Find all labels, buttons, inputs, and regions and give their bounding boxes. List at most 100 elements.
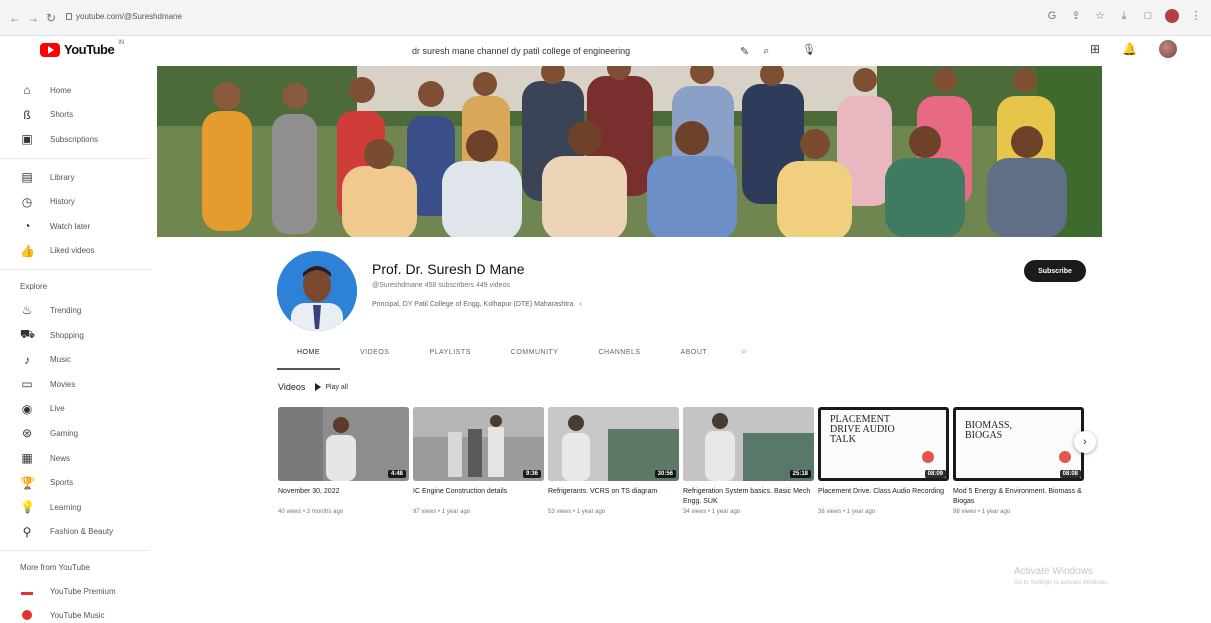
- sidebar-item-shorts[interactable]: ß Shorts: [0, 103, 150, 128]
- video-thumbnail[interactable]: 30:56: [548, 407, 679, 481]
- explore-heading: Explore: [20, 282, 48, 292]
- sidebar-item-youtube-music[interactable]: YouTube Music: [0, 604, 150, 623]
- reload-icon[interactable]: ↻: [44, 11, 58, 25]
- sidebar: ⌂ Home ß Shorts ▣ Subscriptions ▤ Library ◷ H…: [0, 78, 150, 623]
- video-title[interactable]: Refrigerants. VCRS on TS diagram: [548, 487, 679, 507]
- sidebar-item-shopping[interactable]: ⛟ Shopping: [0, 323, 150, 348]
- sidebar-item-gaming[interactable]: ⊛ Gaming: [0, 421, 150, 446]
- history-icon: ◷: [21, 194, 33, 209]
- channel-tabs: HOME VIDEOS PLAYLISTS COMMUNITY CHANNELS…: [277, 344, 817, 370]
- video-card[interactable]: 4:48 November 30, 2022 40 views • 3 mont…: [278, 407, 409, 515]
- chevron-right-icon: ›: [579, 301, 582, 308]
- video-duration: 08:08: [1059, 470, 1081, 478]
- sidebar-item-news[interactable]: ▦ News: [0, 446, 150, 471]
- microphone-icon[interactable]: 🎙: [802, 43, 816, 56]
- channel-avatar[interactable]: [277, 251, 357, 331]
- sports-icon: 🏆: [20, 475, 35, 490]
- tab-playlists[interactable]: PLAYLISTS: [409, 344, 490, 370]
- sidebar-item-movies[interactable]: ▭ Movies: [0, 372, 150, 397]
- shelf-next-arrow-icon[interactable]: ›: [1074, 431, 1096, 453]
- home-icon: ⌂: [23, 83, 31, 98]
- channel-description[interactable]: Principal, DY Patil College of Engg, Kol…: [372, 301, 582, 308]
- news-icon: ▦: [21, 451, 33, 466]
- video-title[interactable]: Refrigeration System basics. Basic Mech …: [683, 487, 814, 507]
- sidebar-item-watch-later[interactable]: ◔ Watch later: [0, 214, 150, 239]
- address-bar[interactable]: youtube.com/@Sureshdmane: [66, 6, 246, 28]
- video-thumbnail[interactable]: 9:36: [413, 407, 544, 481]
- channel-search-icon[interactable]: ⌕: [727, 344, 747, 370]
- subscriptions-icon: ▣: [21, 132, 33, 147]
- browser-toolbar: ← → ↻ youtube.com/@Sureshdmane G ⇪ ☆ ⤓ □…: [0, 0, 1211, 36]
- music-icon: ♪: [24, 352, 30, 367]
- tab-community[interactable]: COMMUNITY: [491, 344, 579, 370]
- tab-channels[interactable]: CHANNELS: [578, 344, 660, 370]
- browser-profile-icon[interactable]: [1165, 9, 1179, 23]
- video-card[interactable]: 9:36 IC Engine Construction details 97 v…: [413, 407, 544, 515]
- youtube-music-icon: [20, 609, 34, 623]
- browser-actions: G ⇪ ☆ ⤓ □ ⋮: [1045, 9, 1203, 23]
- forward-icon[interactable]: →: [26, 11, 40, 25]
- video-title[interactable]: Mod 5 Energy & Environment. Biomass & Bi…: [953, 487, 1084, 507]
- video-card[interactable]: 30:56 Refrigerants. VCRS on TS diagram 5…: [548, 407, 679, 515]
- play-icon: [315, 383, 322, 391]
- thumbnail-caption: PLACEMENT DRIVE AUDIO TALK: [830, 414, 895, 445]
- sidebar-item-library[interactable]: ▤ Library: [0, 165, 150, 190]
- tab-about[interactable]: ABOUT: [661, 344, 728, 370]
- sidebar-item-trending[interactable]: ♨ Trending: [0, 298, 150, 323]
- video-thumbnail[interactable]: 4:48: [278, 407, 409, 481]
- video-thumbnail[interactable]: 25:18: [683, 407, 814, 481]
- download-icon[interactable]: ⤓: [1117, 9, 1131, 23]
- bookmark-star-icon[interactable]: ☆: [1093, 9, 1107, 23]
- user-avatar[interactable]: [1159, 40, 1177, 58]
- sidebar-item-sports[interactable]: 🏆 Sports: [0, 470, 150, 495]
- google-lens-icon[interactable]: G: [1045, 9, 1059, 23]
- share-icon[interactable]: ⇪: [1069, 9, 1083, 23]
- learning-icon: 💡: [20, 500, 35, 515]
- video-card[interactable]: 25:18 Refrigeration System basics. Basic…: [683, 407, 814, 515]
- video-meta: 34 views • 1 year ago: [683, 509, 741, 515]
- sidebar-item-live[interactable]: ◉ Live: [0, 397, 150, 422]
- sidebar-item-history[interactable]: ◷ History: [0, 189, 150, 214]
- sidebar-item-music[interactable]: ♪ Music: [0, 347, 150, 372]
- sidebar-item-learning[interactable]: 💡 Learning: [0, 495, 150, 520]
- region-code: IN: [118, 40, 125, 46]
- video-title[interactable]: Placement Drive. Class Audio Recording: [818, 487, 949, 507]
- notifications-bell-icon[interactable]: 🔔: [1122, 42, 1137, 56]
- video-duration: 25:18: [789, 470, 811, 478]
- shopping-icon: ⛟: [20, 327, 36, 342]
- liked-videos-icon: 👍: [20, 243, 35, 258]
- video-thumbnail[interactable]: BIOMASS, BIOGAS 08:08: [953, 407, 1084, 481]
- video-title[interactable]: IC Engine Construction details: [413, 487, 544, 507]
- channel-name: Prof. Dr. Suresh D Mane: [372, 261, 525, 277]
- video-card[interactable]: BIOMASS, BIOGAS 08:08 Mod 5 Energy & Env…: [953, 407, 1084, 515]
- pencil-icon[interactable]: ✎: [740, 45, 749, 58]
- banner-group-photo: [157, 66, 1102, 237]
- thumbnail-dot: [922, 451, 934, 463]
- search-icon[interactable]: ⌕: [763, 45, 769, 58]
- movies-icon: ▭: [21, 377, 33, 392]
- subscribe-button[interactable]: Subscribe: [1024, 260, 1086, 282]
- sidebar-item-subscriptions[interactable]: ▣ Subscriptions: [0, 127, 150, 152]
- video-duration: 4:48: [387, 470, 406, 478]
- video-thumbnail[interactable]: PLACEMENT DRIVE AUDIO TALK 08:09: [818, 407, 949, 481]
- address-text: youtube.com/@Sureshdmane: [76, 12, 182, 21]
- tab-videos[interactable]: VIDEOS: [340, 344, 409, 370]
- sidebar-item-home[interactable]: ⌂ Home: [0, 78, 150, 103]
- search-input[interactable]: [400, 40, 740, 62]
- tab-home[interactable]: HOME: [277, 344, 340, 370]
- lock-icon: [66, 13, 72, 20]
- tab-window-icon[interactable]: □: [1141, 9, 1155, 23]
- sidebar-item-fashion-beauty[interactable]: ⚲ Fashion & Beauty: [0, 520, 150, 545]
- play-all-button[interactable]: Play all: [315, 383, 348, 391]
- back-icon[interactable]: ←: [8, 11, 22, 25]
- kebab-menu-icon[interactable]: ⋮: [1189, 9, 1203, 23]
- create-video-icon[interactable]: ⊞: [1090, 42, 1100, 56]
- video-title[interactable]: November 30, 2022: [278, 487, 409, 507]
- trending-icon: ♨: [21, 303, 33, 318]
- sidebar-item-youtube-premium[interactable]: YouTube Premium: [0, 579, 150, 604]
- video-meta: 38 views • 1 year ago: [818, 509, 876, 515]
- sidebar-divider: [0, 550, 150, 552]
- sidebar-item-liked-videos[interactable]: 👍 Liked videos: [0, 239, 150, 264]
- video-card[interactable]: PLACEMENT DRIVE AUDIO TALK 08:09 Placeme…: [818, 407, 949, 515]
- youtube-logo[interactable]: YouTube IN: [40, 40, 125, 57]
